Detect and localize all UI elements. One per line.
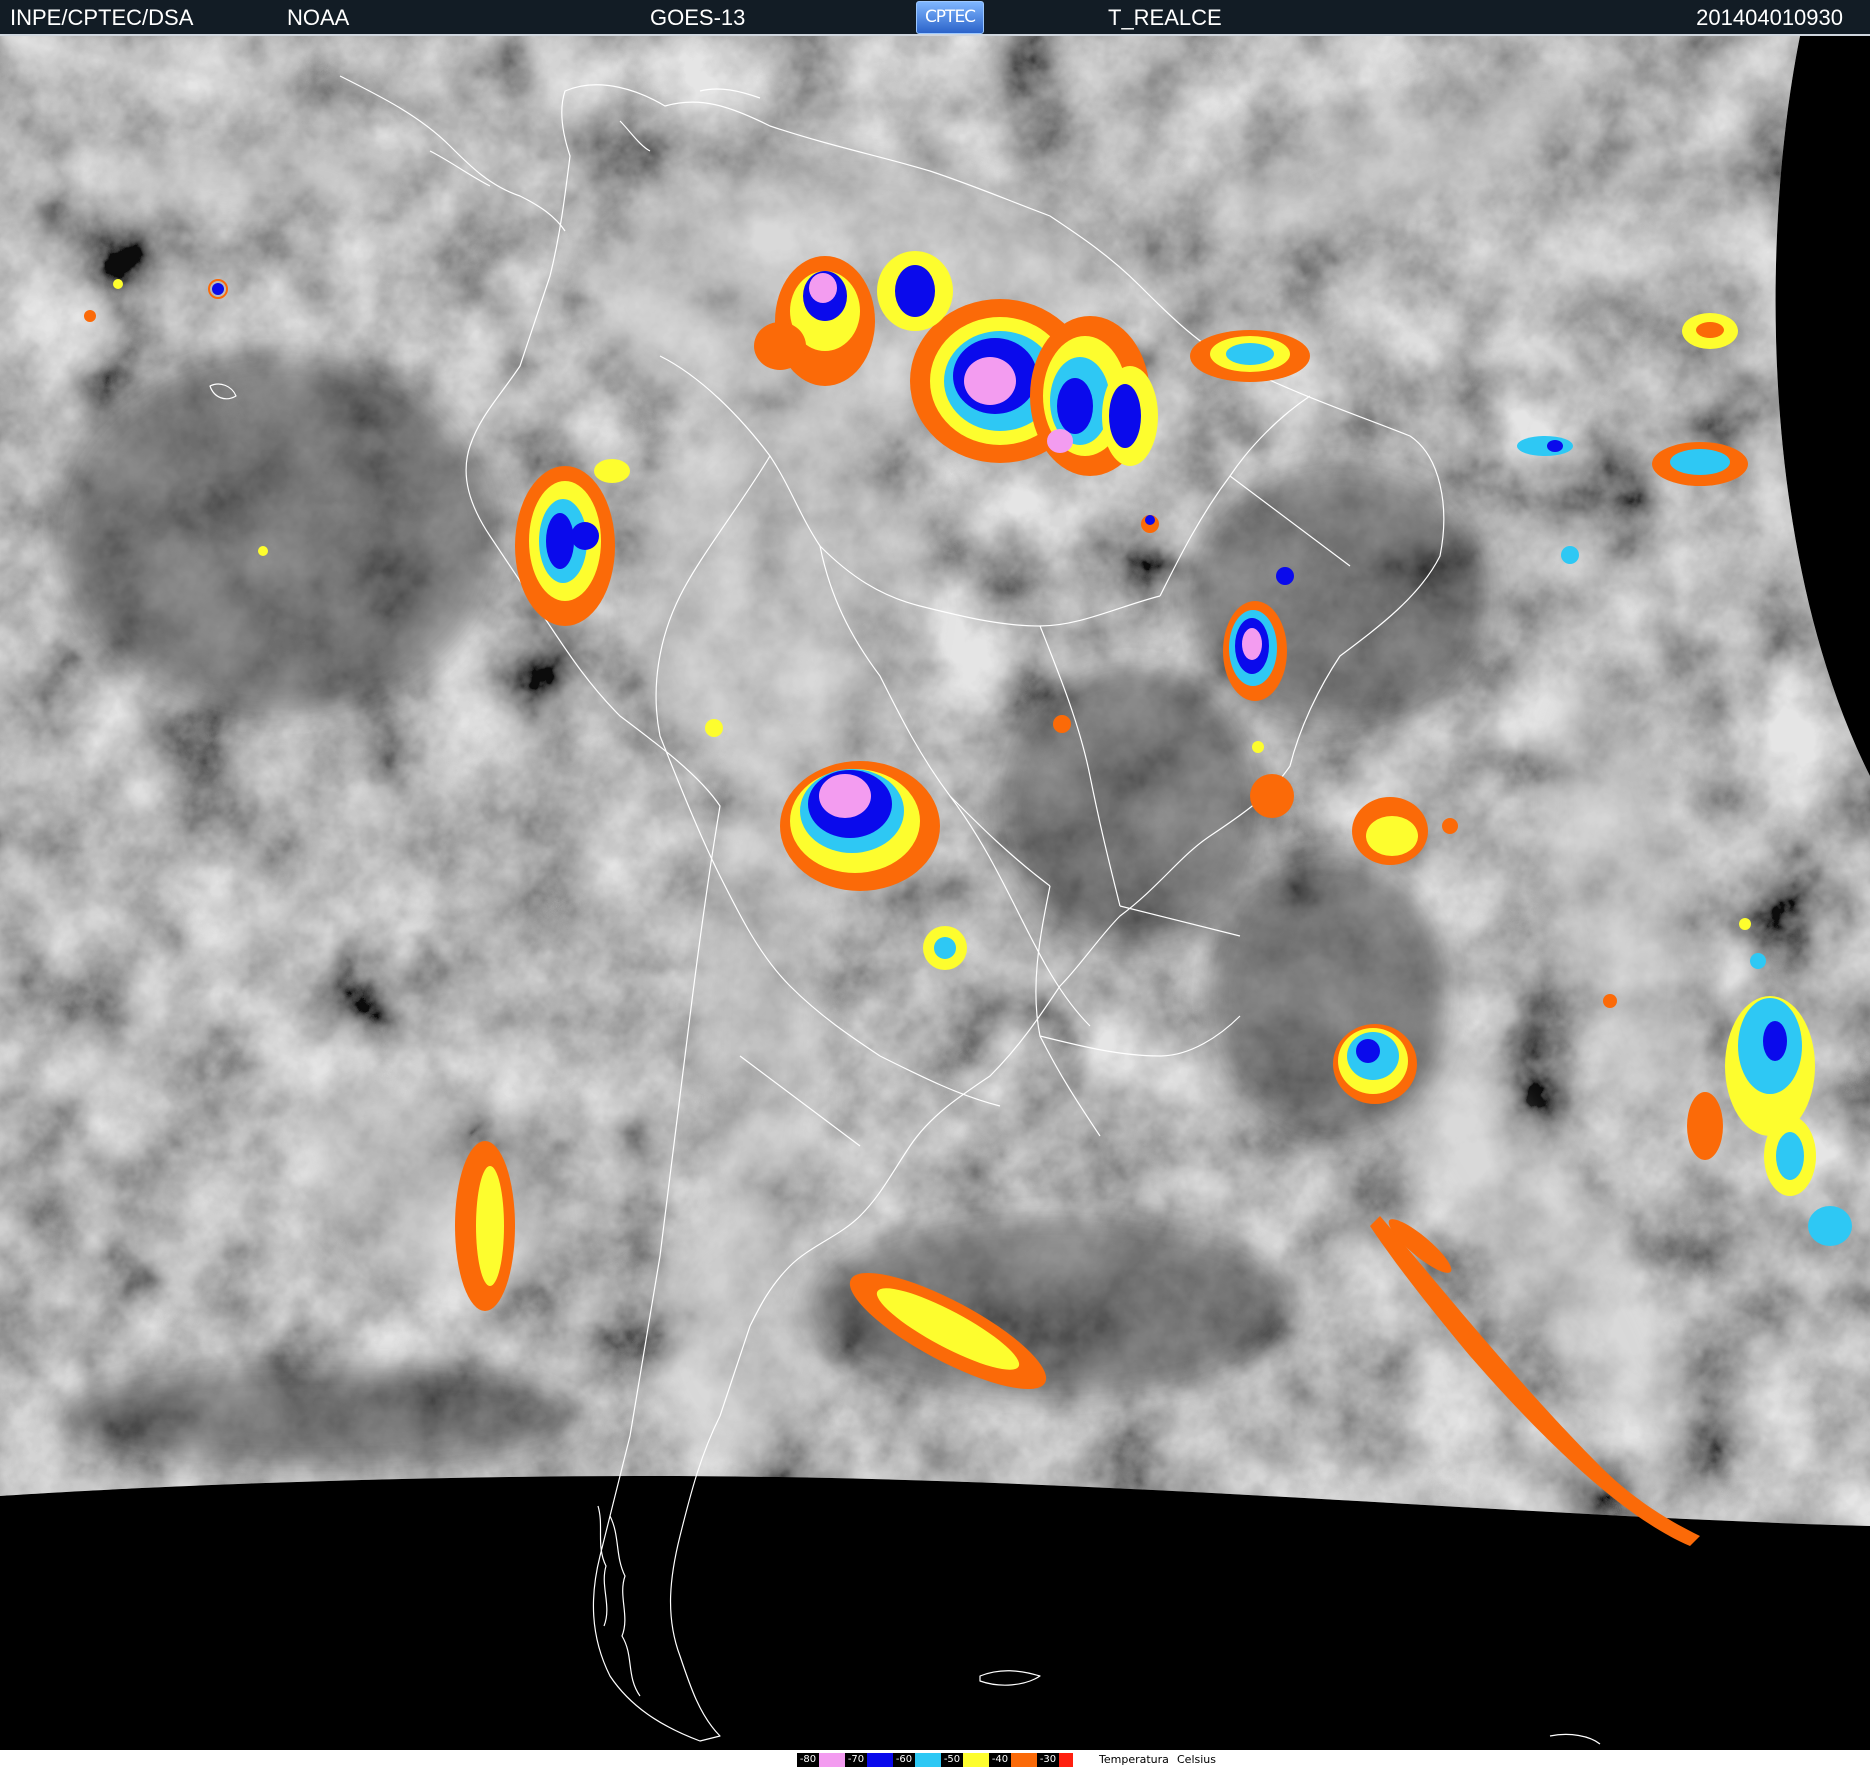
legend-swatch-blue bbox=[867, 1753, 893, 1767]
legend-label-60: -60 bbox=[893, 1753, 915, 1767]
legend-swatch-red bbox=[1059, 1753, 1073, 1767]
legend-label-50: -50 bbox=[941, 1753, 963, 1767]
agency-label: NOAA bbox=[287, 5, 350, 30]
logo-text: CPTEC bbox=[924, 7, 976, 27]
legend-label-80: -80 bbox=[797, 1753, 819, 1767]
storm-bolivia bbox=[780, 761, 940, 891]
storm-amapa bbox=[1190, 330, 1310, 382]
satellite-image-map bbox=[0, 36, 1870, 1750]
legend-label-40: -40 bbox=[989, 1753, 1011, 1767]
organization-label: INPE/CPTEC/DSA bbox=[10, 5, 194, 30]
legend-title: Temperatura bbox=[1099, 1753, 1169, 1766]
legend-swatch-cyan bbox=[915, 1753, 941, 1767]
legend-swatch-pink bbox=[819, 1753, 845, 1767]
satellite-label: GOES-13 bbox=[650, 5, 746, 30]
temperature-legend: -80 -70 -60 -50 -40 -30 Temperatura Cels… bbox=[0, 1750, 1870, 1770]
legend-label-30: -30 bbox=[1037, 1753, 1059, 1767]
image-header: INPE/CPTEC/DSA NOAA GOES-13 CPTEC T_REAL… bbox=[0, 0, 1870, 36]
legend-swatch-orange bbox=[1011, 1753, 1037, 1767]
legend-swatch-yellow bbox=[963, 1753, 989, 1767]
cptec-logo: CPTEC bbox=[916, 1, 984, 34]
legend-unit: Celsius bbox=[1177, 1753, 1216, 1766]
legend-label-70: -70 bbox=[845, 1753, 867, 1767]
timestamp-label: 201404010930 bbox=[1696, 5, 1843, 30]
product-label: T_REALCE bbox=[1108, 5, 1222, 30]
